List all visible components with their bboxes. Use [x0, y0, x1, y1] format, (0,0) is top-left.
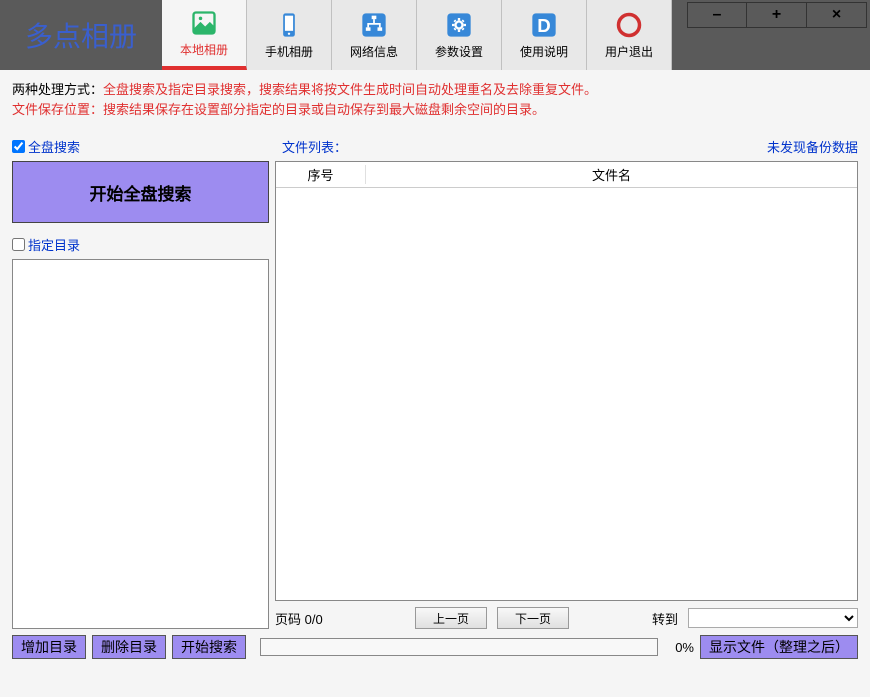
full-search-label: 全盘搜索	[28, 137, 80, 156]
file-list-label: 文件列表：	[282, 137, 347, 156]
tab-label: 手机相册	[265, 43, 313, 60]
progress-bar	[260, 638, 658, 656]
goto-label: 转到	[652, 609, 678, 628]
specify-dir-checkbox[interactable]: 指定目录	[12, 235, 269, 254]
specify-dir-checkbox-input[interactable]	[12, 238, 25, 251]
tab-phone-album[interactable]: 手机相册	[247, 0, 332, 70]
start-search-button[interactable]: 开始搜索	[172, 635, 246, 659]
image-icon	[190, 9, 218, 37]
page-info: 页码 0/0	[275, 609, 405, 628]
start-full-search-button[interactable]: 开始全盘搜索	[12, 161, 269, 223]
next-page-button[interactable]: 下一页	[497, 607, 569, 629]
app-title: 多点相册	[0, 0, 162, 70]
phone-icon	[275, 11, 303, 39]
del-dir-button[interactable]: 删除目录	[92, 635, 166, 659]
tab-label: 用户退出	[605, 43, 653, 60]
directory-list[interactable]	[12, 259, 269, 629]
goto-select[interactable]	[688, 608, 858, 628]
info-line1-prefix: 两种处理方式：	[12, 82, 103, 97]
tab-label: 参数设置	[435, 43, 483, 60]
specify-dir-label: 指定目录	[28, 235, 80, 254]
maximize-button[interactable]: +	[747, 2, 807, 28]
tabs-bar: 本地相册 手机相册 网络信息 参数设置 D 使用说明 用户退出	[162, 0, 672, 70]
minimize-button[interactable]: –	[687, 2, 747, 28]
show-files-button[interactable]: 显示文件（整理之后）	[700, 635, 858, 659]
col-seq-header[interactable]: 序号	[276, 165, 366, 184]
info-text: 两种处理方式：全盘搜索及指定目录搜索，搜索结果将按文件生成时间自动处理重名及去除…	[12, 80, 858, 119]
table-header: 序号 文件名	[276, 162, 857, 188]
tab-label: 本地相册	[180, 41, 228, 58]
table-body[interactable]	[276, 188, 857, 600]
tab-network-info[interactable]: 网络信息	[332, 0, 417, 70]
col-name-header[interactable]: 文件名	[366, 165, 857, 184]
info-line2: 文件保存位置：搜索结果保存在设置部分指定的目录或自动保存到最大磁盘剩余空间的目录…	[12, 100, 858, 120]
window-controls: – + ×	[687, 0, 870, 70]
help-icon: D	[530, 11, 558, 39]
exit-icon	[615, 11, 643, 39]
tab-help[interactable]: D 使用说明	[502, 0, 587, 70]
svg-text:D: D	[537, 15, 550, 36]
tab-label: 网络信息	[350, 43, 398, 60]
full-search-checkbox[interactable]: 全盘搜索	[12, 137, 282, 156]
prev-page-button[interactable]: 上一页	[415, 607, 487, 629]
tab-local-album[interactable]: 本地相册	[162, 0, 247, 70]
network-icon	[360, 11, 388, 39]
full-search-checkbox-input[interactable]	[12, 140, 25, 153]
close-button[interactable]: ×	[807, 2, 867, 28]
info-line1-rest: 全盘搜索及指定目录搜索，搜索结果将按文件生成时间自动处理重名及去除重复文件。	[103, 82, 597, 97]
tab-settings[interactable]: 参数设置	[417, 0, 502, 70]
backup-status: 未发现备份数据	[767, 137, 858, 156]
progress-percent: 0%	[664, 640, 694, 655]
tab-label: 使用说明	[520, 43, 568, 60]
gear-icon	[445, 11, 473, 39]
file-table: 序号 文件名	[275, 161, 858, 601]
add-dir-button[interactable]: 增加目录	[12, 635, 86, 659]
tab-exit[interactable]: 用户退出	[587, 0, 672, 70]
